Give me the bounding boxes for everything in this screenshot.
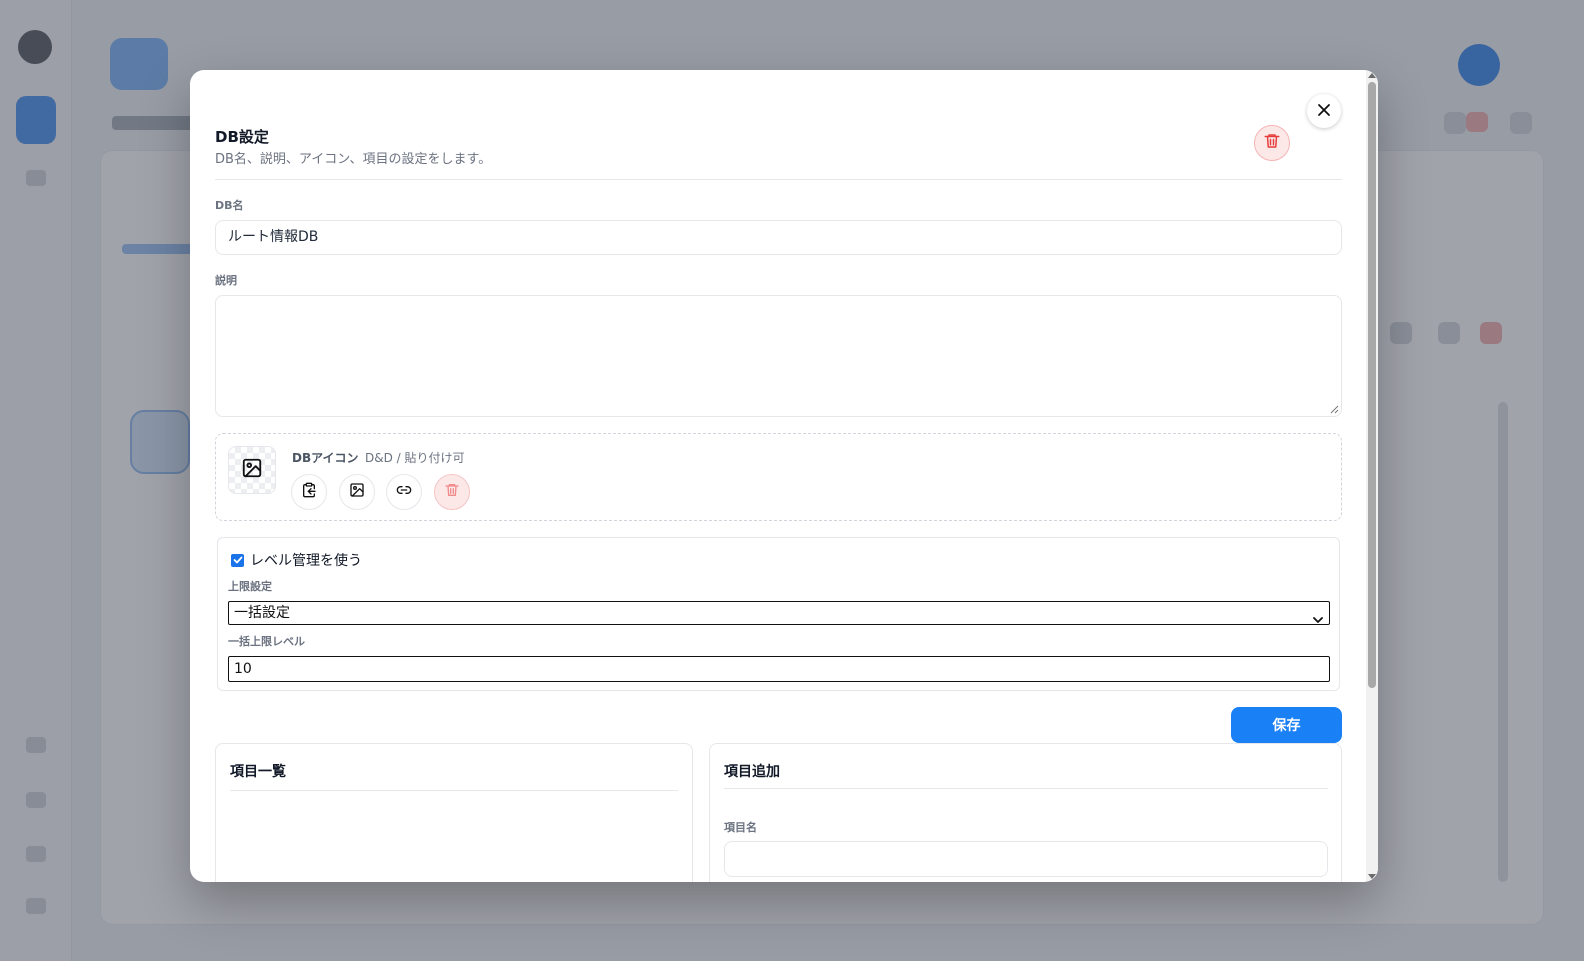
resize-grip-icon[interactable] xyxy=(1330,405,1339,414)
image-icon xyxy=(349,482,365,502)
description-textarea[interactable] xyxy=(215,295,1342,417)
item-name-input[interactable] xyxy=(724,841,1328,877)
db-name-label: DB名 xyxy=(215,199,244,212)
db-icon-preview xyxy=(228,446,276,494)
image-icon xyxy=(241,457,263,483)
remove-icon-button[interactable] xyxy=(434,474,470,510)
modal-title: DB設定 xyxy=(215,128,269,146)
item-list-title: 項目一覧 xyxy=(230,764,286,780)
item-name-label: 項目名 xyxy=(724,821,757,834)
header-divider xyxy=(215,179,1342,180)
description-label: 説明 xyxy=(215,274,237,287)
chevron-down-icon xyxy=(1313,609,1323,631)
db-icon-hint: D&D / 貼り付け可 xyxy=(365,451,465,465)
db-icon-dropzone[interactable]: DBアイコン D&D / 貼り付け可 xyxy=(215,433,1342,521)
item-list-panel: 項目一覧 xyxy=(215,743,693,882)
level-enabled-label[interactable]: レベル管理を使う xyxy=(250,550,362,570)
add-item-panel: 項目追加 項目名 xyxy=(709,743,1342,882)
db-icon-label: DBアイコン xyxy=(292,451,359,465)
image-url-button[interactable] xyxy=(386,474,422,510)
modal-scrollbar-thumb[interactable] xyxy=(1368,82,1376,688)
level-enabled-checkbox[interactable] xyxy=(231,553,244,567)
paste-icon-button[interactable] xyxy=(291,474,327,510)
modal-scrollbar[interactable] xyxy=(1366,70,1378,882)
trash-icon xyxy=(444,482,460,502)
modal-subtitle: DB名、説明、アイコン、項目の設定をします。 xyxy=(215,152,492,167)
save-button[interactable]: 保存 xyxy=(1231,707,1342,743)
add-item-divider xyxy=(724,788,1328,789)
upload-image-button[interactable] xyxy=(339,474,375,510)
bulk-limit-label: 一括上限レベル xyxy=(228,635,305,648)
scroll-up-arrow-icon[interactable] xyxy=(1368,73,1376,78)
paste-icon xyxy=(301,482,317,502)
close-icon xyxy=(1317,102,1331,121)
bulk-limit-input[interactable]: 10 xyxy=(228,656,1330,682)
link-icon xyxy=(396,482,412,502)
level-settings-section: レベル管理を使う 上限設定 一括設定 一括上限レベル 10 xyxy=(217,537,1340,691)
level-toggle-row: レベル管理を使う xyxy=(231,550,362,570)
db-settings-modal: DB設定 DB名、説明、アイコン、項目の設定をします。 DB名 ルート情報DB … xyxy=(190,70,1378,882)
limit-setting-label: 上限設定 xyxy=(228,580,272,593)
scroll-down-arrow-icon[interactable] xyxy=(1368,874,1376,879)
trash-icon xyxy=(1263,132,1281,154)
limit-setting-select[interactable]: 一括設定 xyxy=(228,601,1330,625)
db-name-input[interactable]: ルート情報DB xyxy=(215,220,1342,255)
close-button[interactable] xyxy=(1307,94,1341,128)
item-list-divider xyxy=(230,790,678,791)
delete-db-button[interactable] xyxy=(1254,125,1290,161)
limit-setting-value: 一括設定 xyxy=(234,605,290,621)
add-item-title: 項目追加 xyxy=(724,764,780,780)
